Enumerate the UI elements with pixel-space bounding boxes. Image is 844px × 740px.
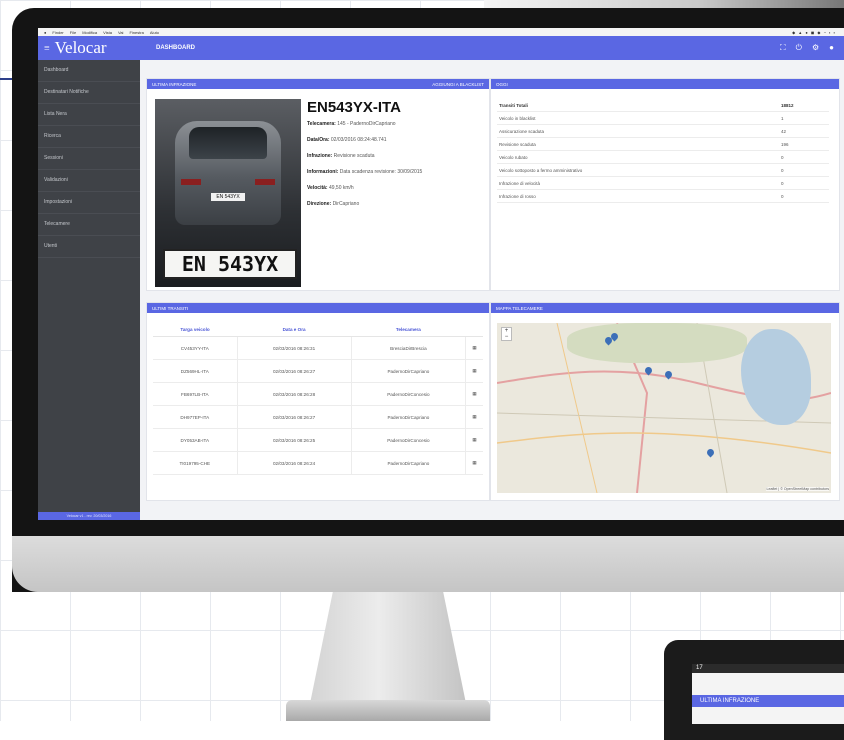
table-row: CV453YY-ITA 02/03/2016 08:26:31 BresciaDir…	[153, 336, 483, 360]
menubar-item[interactable]: Vai	[118, 30, 123, 35]
sidebar-item-lista-nera[interactable]: Lista Nera	[38, 104, 140, 126]
mac-menubar: ● Finder File Modifica Vista Vai Finestr…	[38, 28, 844, 36]
infraction-type-detail: Infrazione: Revisione scaduta	[307, 153, 375, 159]
sidebar-item-sessioni[interactable]: Sessioni	[38, 148, 140, 170]
last-transits-panel: ULTIMI TRANSITI Targa veicolo Data e Ora…	[146, 302, 490, 501]
map-green-area	[567, 323, 747, 363]
sidebar-footer: Velocar v1 - rev. 20/03/2016	[38, 512, 140, 520]
taillight-shape	[255, 179, 275, 185]
panel-title: ULTIMI TRANSITI	[152, 305, 189, 311]
app-logo[interactable]: ≡ Velocar	[38, 38, 146, 58]
column-header[interactable]: Telecamera	[351, 323, 466, 337]
tablet-screen	[692, 664, 844, 724]
table-header-row: Targa veicolo Data e Ora Telecamera	[153, 323, 483, 337]
panel-title: ULTIMA INFRAZIONE	[152, 81, 197, 87]
document-icon[interactable]: ▦	[465, 359, 483, 383]
table-row: TI019795-CHE 02/03/2016 08:26:24 PadernoDi…	[153, 451, 483, 475]
map-zoom-control: + −	[501, 327, 512, 341]
table-row: Veicolo in blacklist 1	[497, 111, 829, 125]
table-row: Veicolo sottoposto a fermo amministrativ…	[497, 163, 829, 177]
panel-header: ULTIMA INFRAZIONE AGGIUNGI A BLACKLIST	[147, 79, 489, 89]
transits-table: Targa veicolo Data e Ora Telecamera CV45…	[153, 323, 483, 475]
header-actions: ⛶ ⏻ ⚙ ●	[780, 43, 844, 53]
sidebar-item-telecamere[interactable]: Telecamere	[38, 214, 140, 236]
menubar-status-icons: ◆ ▲ ● ◼ ◆ ◔ ▪ ▪	[792, 29, 836, 35]
sidebar-item-validazioni[interactable]: Validazioni	[38, 170, 140, 192]
menu-icon[interactable]: ≡	[44, 43, 50, 54]
monitor-stand-base	[286, 700, 490, 721]
menubar-item[interactable]: Finder	[52, 30, 63, 35]
column-header-actions	[465, 323, 483, 337]
column-header[interactable]: Targa veicolo	[153, 323, 238, 337]
car-plate: EN 543YX	[211, 193, 245, 201]
plate-crop: EN 543YX	[163, 249, 297, 279]
table-row: FB697LB-ITA 02/03/2016 08:26:28 PadernoDir…	[153, 382, 483, 406]
user-icon[interactable]: ●	[829, 43, 834, 53]
document-icon[interactable]: ▦	[465, 451, 483, 475]
monitor-chin	[12, 536, 844, 592]
last-infraction-panel: ULTIMA INFRAZIONE AGGIUNGI A BLACKLIST E…	[146, 78, 490, 291]
table-row: DY053AB-ITA 02/03/2016 08:26:25 PadernoDir…	[153, 428, 483, 452]
tablet-status-bar: 17	[692, 664, 844, 673]
menubar-item[interactable]: Modifica	[82, 30, 97, 35]
tablet-panel-header: ULTIMA INFRAZIONE	[692, 695, 844, 707]
panel-title: MAPPA TELECAMERE	[496, 305, 543, 311]
table-row: Revisione scaduta 196	[497, 137, 829, 151]
document-icon[interactable]: ▦	[465, 405, 483, 429]
infraction-details: EN543YX-ITA Telecamera: 145 - PadernoDir…	[307, 99, 483, 216]
sidebar-item-ricerca[interactable]: Ricerca	[38, 126, 140, 148]
today-stats-table: Transiti Totali 18812 Veicolo in blacklis…	[497, 99, 829, 203]
power-icon[interactable]: ⏻	[796, 43, 802, 53]
panel-header: OGGI	[491, 79, 839, 89]
menubar-item[interactable]: Aiuto	[150, 30, 159, 35]
gear-icon[interactable]: ⚙	[812, 43, 819, 53]
direction-detail: Direzione: DirCapriano	[307, 201, 360, 207]
vehicle-photo: EN 543YX EN 543YX	[155, 99, 301, 287]
sidebar-item-destinatari-notifiche[interactable]: Destinatari Notifiche	[38, 82, 140, 104]
logo-text: Velocar	[54, 38, 107, 57]
datetime-detail: Data/Ora: 02/03/2016 08:24:48.741	[307, 137, 387, 143]
menubar-item[interactable]: Finestra	[129, 30, 143, 35]
page-title: DASHBOARD	[156, 45, 195, 51]
camera-detail: Telecamera: 145 - PadernoDirCapriano	[307, 121, 396, 127]
today-panel: OGGI Transiti Totali 18812 Veicolo in bla…	[490, 78, 840, 291]
table-row: DH977EP-ITA 02/03/2016 08:26:27 PadernoDir…	[153, 405, 483, 429]
table-row: DZ569HL-ITA 02/03/2016 08:26:27 PadernoDir…	[153, 359, 483, 383]
table-row: Veicolo rubato 0	[497, 150, 829, 164]
app-header: ≡ Velocar DASHBOARD ⛶ ⏻ ⚙ ●	[38, 36, 844, 60]
sidebar-item-utenti[interactable]: Utenti	[38, 236, 140, 258]
sidebar-item-impostazioni[interactable]: Impostazioni	[38, 192, 140, 214]
menubar-item[interactable]: File	[70, 30, 76, 35]
document-icon[interactable]: ▦	[465, 336, 483, 360]
sidebar-item-dashboard[interactable]: Dashboard	[38, 60, 140, 82]
zoom-out-button[interactable]: −	[502, 334, 511, 340]
info-detail: Informazioni: Data scadenza revisione: 3…	[307, 169, 423, 175]
sidebar: Dashboard Destinatari Notifiche Lista Ne…	[38, 60, 140, 520]
camera-map[interactable]: + − Leaflet | © OpenStreetMap contributo…	[497, 323, 831, 493]
document-icon[interactable]: ▦	[465, 382, 483, 406]
table-row: Infrazione di rosso 0	[497, 189, 829, 203]
apple-icon[interactable]: ●	[44, 30, 46, 35]
plate-number: EN543YX-ITA	[307, 99, 401, 116]
panel-header: MAPPA TELECAMERE	[491, 303, 839, 313]
table-row: Assicurazione scaduta 42	[497, 124, 829, 138]
menubar-item[interactable]: Vista	[103, 30, 112, 35]
camera-map-panel: MAPPA TELECAMERE + − Leaflet | © OpenStr…	[490, 302, 840, 501]
panel-header: ULTIMI TRANSITI	[147, 303, 489, 313]
car-window-shape	[189, 127, 267, 159]
column-header[interactable]: Data e Ora	[237, 323, 352, 337]
panel-title: OGGI	[496, 81, 508, 87]
table-row: Infrazione di velocità 0	[497, 176, 829, 190]
document-icon[interactable]: ▦	[465, 428, 483, 452]
map-attribution[interactable]: Leaflet | © OpenStreetMap contributors	[766, 487, 829, 491]
table-row: Transiti Totali 18812	[497, 99, 829, 112]
app-screen: ● Finder File Modifica Vista Vai Finestr…	[38, 28, 844, 520]
speed-detail: Velocità: 49,50 km/h	[307, 185, 354, 191]
add-to-blacklist-button[interactable]: AGGIUNGI A BLACKLIST	[432, 82, 484, 87]
expand-icon[interactable]: ⛶	[780, 43, 786, 53]
taillight-shape	[181, 179, 201, 185]
